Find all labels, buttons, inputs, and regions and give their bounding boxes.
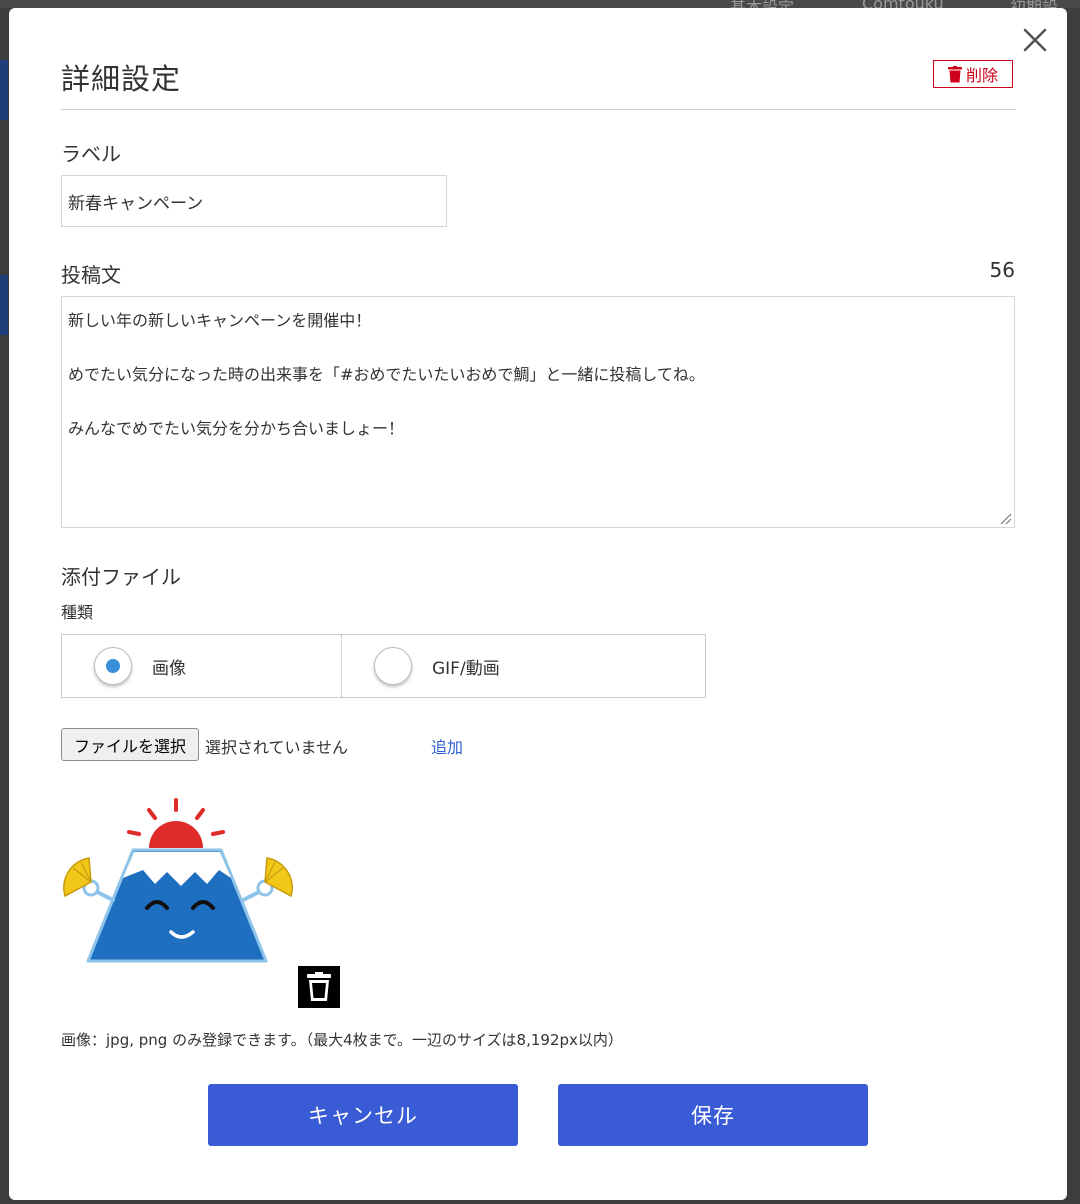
attachment-note: 画像：jpg, png のみ登録できます。（最大4枚まで。一辺のサイズは8,19… [61,1031,623,1049]
resize-handle-icon[interactable] [998,511,1012,525]
post-text-line: めでたい気分になった時の出来事を「#おめでたいたいおめで鯛」と一緒に投稿してね。 [68,365,705,384]
label-input[interactable]: 新春キャンペーン [61,175,447,227]
file-status: 選択されていません [205,738,349,757]
radio-label-gif-video: GIF/動画 [432,658,500,679]
label-input-value: 新春キャンペーン [68,193,204,214]
label-heading: ラベル [61,142,121,166]
image-preview [63,798,293,963]
post-text-line: 新しい年の新しいキャンペーンを開催中！ [68,311,372,330]
attachment-heading: 添付ファイル [61,565,181,589]
sun [149,821,203,848]
choose-file-button[interactable]: ファイルを選択 [61,728,199,761]
char-count: 56 [989,258,1015,282]
post-text-line: みんなでめでたい気分を分かち合いましょー！ [68,419,405,438]
post-text-heading: 投稿文 [61,263,121,287]
remove-image-button[interactable] [298,966,340,1008]
trash-icon [947,65,962,82]
post-textarea[interactable]: 新しい年の新しいキャンペーンを開催中！ めでたい気分になった時の出来事を「#おめ… [61,296,1015,528]
post-text-line [68,388,1008,415]
detail-settings-modal: 詳細設定 削除 ラベル 新春キャンペーン 投稿文 56 新しい年の新しいキャンペ… [9,8,1067,1200]
add-link[interactable]: 追加 [431,734,463,758]
background-sidebar-tab [0,60,8,120]
radio-button-image[interactable] [94,647,132,685]
type-label: 種類 [61,603,94,622]
save-button[interactable]: 保存 [558,1084,868,1146]
post-text-line [68,334,1008,361]
title-divider [61,109,1016,110]
close-icon [1023,28,1047,52]
radio-option-image[interactable]: 画像 [62,635,342,697]
background-sidebar-tab [0,275,8,335]
modal-title: 詳細設定 [61,62,182,96]
attachment-type-radio-group: 画像 GIF/動画 [61,634,706,698]
radio-label-image: 画像 [152,658,186,679]
delete-button-label: 削除 [965,66,998,85]
trash-icon [307,972,331,1001]
delete-button[interactable]: 削除 [933,60,1013,88]
radio-button-gif-video[interactable] [374,647,412,685]
close-button[interactable] [1021,26,1049,54]
cancel-button[interactable]: キャンセル [208,1084,518,1146]
radio-option-gif-video[interactable]: GIF/動画 [342,635,500,697]
